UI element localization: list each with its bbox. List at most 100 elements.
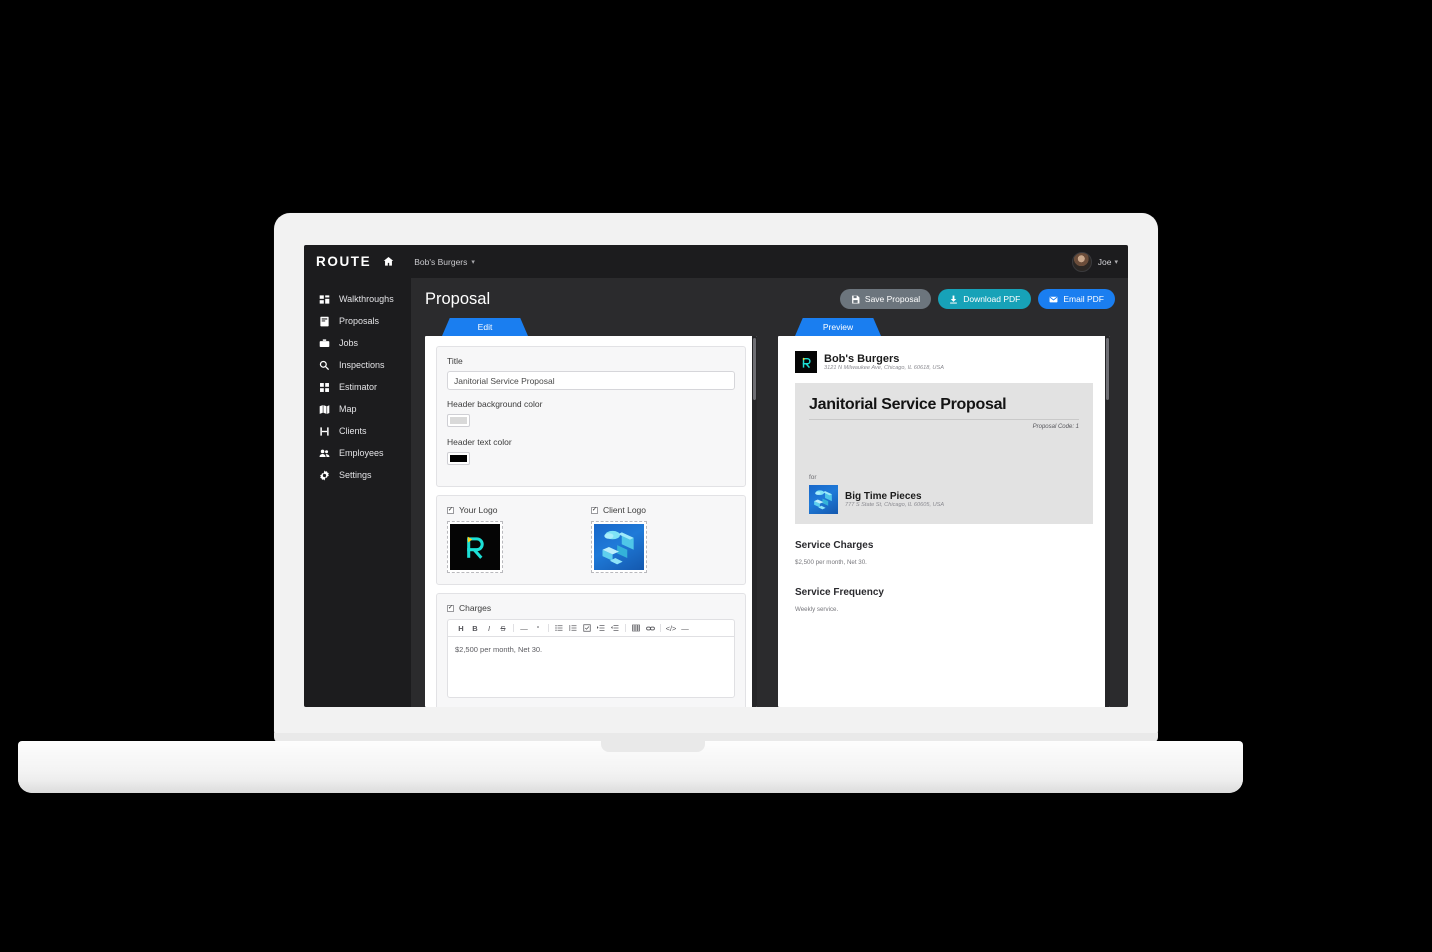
checkbox-icon xyxy=(447,604,454,612)
checklist-icon[interactable] xyxy=(580,623,594,634)
edit-scrollbar-track[interactable] xyxy=(752,336,757,707)
sidebar-item-label: Inspections xyxy=(339,360,385,370)
divider xyxy=(809,419,1079,420)
download-pdf-button[interactable]: Download PDF xyxy=(938,289,1032,309)
save-icon xyxy=(852,295,860,303)
clients-icon xyxy=(319,426,330,437)
preview-pane: Preview Bob's Burgers 3121 N Milwaukee A… xyxy=(778,318,1110,707)
numbered-list-icon[interactable] xyxy=(566,623,580,634)
user-name-wrap: Joe ▾ xyxy=(1098,257,1118,267)
bullet-list-icon[interactable] xyxy=(552,623,566,634)
checkbox-icon xyxy=(591,506,598,514)
sidebar-item-clients[interactable]: Clients xyxy=(304,420,411,442)
sidebar-item-employees[interactable]: Employees xyxy=(304,442,411,464)
client-logo-toggle[interactable]: Client Logo xyxy=(591,505,735,515)
indent-increase-icon[interactable] xyxy=(594,623,608,634)
laptop-frame: ROUTE Bob's Burgers ▾ Joe ▾ Walkthroughs… xyxy=(0,0,1432,952)
section-service-charges: Service Charges $2,500 per month, Net 30… xyxy=(795,540,1093,566)
editor-toolbar: H B I S — “ </> — xyxy=(447,619,735,636)
top-bar: ROUTE Bob's Burgers ▾ Joe ▾ xyxy=(304,245,1128,278)
map-icon xyxy=(319,404,330,415)
settings-icon xyxy=(319,470,330,481)
more-icon[interactable]: — xyxy=(678,623,692,634)
user-menu[interactable]: Joe ▾ xyxy=(1071,251,1118,272)
route-r-logo-icon xyxy=(795,351,817,373)
your-logo-upload[interactable] xyxy=(447,521,503,573)
isometric-tech-logo-icon xyxy=(594,524,644,570)
proposal-title: Janitorial Service Proposal xyxy=(809,396,1007,413)
client-name: Big Time Pieces xyxy=(845,490,922,502)
code-icon[interactable]: </> xyxy=(664,623,678,634)
main-content: Proposal Save Proposal Download PDF Emai… xyxy=(411,278,1128,707)
charges-editor[interactable]: $2,500 per month, Net 30. xyxy=(447,636,735,698)
blockquote-icon[interactable]: “ xyxy=(531,623,545,634)
section-heading: Service Charges xyxy=(795,540,874,551)
charges-toggle[interactable]: Charges xyxy=(447,603,735,613)
preview-pane-body: Bob's Burgers 3121 N Milwaukee Ave, Chic… xyxy=(778,336,1110,707)
sidebar-item-proposals[interactable]: Proposals xyxy=(304,310,411,332)
app-window: ROUTE Bob's Burgers ▾ Joe ▾ Walkthroughs… xyxy=(304,245,1128,707)
action-buttons: Save Proposal Download PDF Email PDF xyxy=(839,289,1115,309)
header-text-color-picker[interactable] xyxy=(447,452,470,465)
preview-scrollbar-track[interactable] xyxy=(1105,336,1110,707)
main-header: Proposal Save Proposal Download PDF Emai… xyxy=(411,278,1128,309)
preview-scrollbar-thumb[interactable] xyxy=(1106,338,1109,400)
laptop-base-notch xyxy=(601,741,705,752)
sidebar-item-settings[interactable]: Settings xyxy=(304,464,411,486)
sidebar-item-label: Clients xyxy=(339,426,367,436)
breadcrumb[interactable]: Bob's Burgers ▾ xyxy=(414,257,475,267)
bold-icon[interactable]: B xyxy=(468,623,482,634)
horizontal-rule-icon[interactable]: — xyxy=(517,623,531,634)
header-bg-color-picker[interactable] xyxy=(447,414,470,427)
toolbar-separator xyxy=(548,624,549,632)
edit-form: Title Header background color Header tex… xyxy=(425,336,757,707)
company-name: Bob's Burgers xyxy=(824,352,900,365)
proposal-code: Proposal Code: 1 xyxy=(1032,424,1079,430)
route-r-logo-icon xyxy=(450,524,500,570)
client-logo-col: Client Logo xyxy=(591,505,735,573)
title-input[interactable] xyxy=(447,371,735,390)
section-body: Weekly service. xyxy=(795,606,839,613)
indent-decrease-icon[interactable] xyxy=(608,623,622,634)
section-service-frequency: Service Frequency Weekly service. xyxy=(795,587,1093,613)
chevron-down-icon: ▾ xyxy=(1114,258,1118,266)
estimator-icon xyxy=(319,382,330,393)
your-logo-toggle[interactable]: Your Logo xyxy=(447,505,591,515)
save-proposal-button[interactable]: Save Proposal xyxy=(839,289,932,309)
link-icon[interactable] xyxy=(643,623,657,634)
sidebar-item-label: Proposals xyxy=(339,316,380,326)
home-icon[interactable] xyxy=(383,256,394,267)
section-body: $2,500 per month, Net 30. xyxy=(795,559,867,566)
client-logo-label: Client Logo xyxy=(603,505,647,515)
breadcrumb-label: Bob's Burgers xyxy=(414,256,468,267)
table-icon[interactable] xyxy=(629,623,643,634)
header-bg-swatch xyxy=(450,417,467,424)
client-logo-upload[interactable] xyxy=(591,521,647,573)
header-bg-label: Header background color xyxy=(447,399,543,409)
download-pdf-label: Download PDF xyxy=(963,294,1021,304)
company-info: Bob's Burgers 3121 N Milwaukee Ave, Chic… xyxy=(824,353,944,372)
sidebar-item-jobs[interactable]: Jobs xyxy=(304,332,411,354)
brand-logo[interactable]: ROUTE xyxy=(316,254,371,269)
header-text-swatch xyxy=(450,455,467,462)
sidebar-item-label: Jobs xyxy=(339,338,359,348)
document-header: Bob's Burgers 3121 N Milwaukee Ave, Chic… xyxy=(795,351,1093,373)
tab-preview[interactable]: Preview xyxy=(795,318,881,336)
strikethrough-icon[interactable]: S xyxy=(496,623,510,634)
edit-scrollbar-thumb[interactable] xyxy=(753,338,756,400)
sidebar-item-label: Estimator xyxy=(339,382,378,392)
sidebar-item-map[interactable]: Map xyxy=(304,398,411,420)
client-info: Big Time Pieces 777 S State St, Chicago,… xyxy=(809,485,1079,514)
jobs-icon xyxy=(319,338,330,349)
envelope-icon xyxy=(1049,296,1058,302)
sidebar-item-inspections[interactable]: Inspections xyxy=(304,354,411,376)
heading-icon[interactable]: H xyxy=(454,623,468,634)
email-pdf-button[interactable]: Email PDF xyxy=(1038,289,1115,309)
tab-edit[interactable]: Edit xyxy=(442,318,528,336)
toolbar-separator xyxy=(625,624,626,632)
sidebar-item-estimator[interactable]: Estimator xyxy=(304,376,411,398)
edit-pane: Edit Title Header background color xyxy=(425,318,757,707)
italic-icon[interactable]: I xyxy=(482,623,496,634)
sidebar-item-walkthroughs[interactable]: Walkthroughs xyxy=(304,288,411,310)
screen: ROUTE Bob's Burgers ▾ Joe ▾ Walkthroughs… xyxy=(304,245,1128,707)
